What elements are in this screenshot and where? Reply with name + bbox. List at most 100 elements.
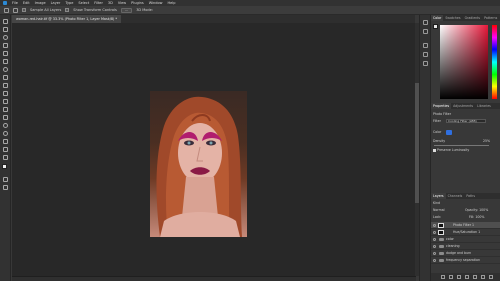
visibility-eye-icon[interactable]	[433, 238, 436, 241]
3d-mode-label: 3D Mode:	[136, 8, 153, 12]
visibility-eye-icon[interactable]	[433, 259, 436, 262]
tab-color[interactable]: Color	[431, 15, 444, 21]
history-brush-icon[interactable]	[3, 99, 8, 104]
folder-icon	[439, 238, 444, 241]
density-slider[interactable]	[434, 145, 489, 146]
tab-patterns[interactable]: Patterns	[482, 15, 499, 21]
lock-label: Lock:	[433, 215, 442, 219]
layer-group-row[interactable]: cleaning	[431, 243, 500, 250]
properties-title: Photo Filter	[433, 112, 451, 116]
preserve-luminosity[interactable]: Preserve Luminosity	[433, 148, 469, 152]
clone-stamp-icon[interactable]	[3, 91, 8, 96]
quick-select-icon[interactable]	[3, 43, 8, 48]
canvas-area[interactable]	[12, 23, 416, 276]
move-tool-icon[interactable]	[13, 7, 18, 13]
folder-icon	[439, 252, 444, 255]
sample-all-checkbox[interactable]	[22, 8, 26, 12]
folder-icon	[439, 245, 444, 248]
filter-select[interactable]: Cooling Filter (LBB)	[446, 119, 486, 123]
right-panels: Color Swatches Gradients Patterns Proper…	[431, 15, 500, 281]
tab-properties[interactable]: Properties	[431, 103, 452, 109]
blur-icon[interactable]	[3, 123, 8, 128]
layers-panel-tabs: Layers Channels Paths	[431, 193, 500, 199]
color-picker-field[interactable]	[440, 25, 488, 99]
transform-controls-checkbox[interactable]	[65, 8, 70, 12]
tab-paths[interactable]: Paths	[464, 193, 477, 199]
sample-all-label: Sample All Layers	[30, 8, 62, 12]
layer-name: frequency separation	[446, 258, 480, 262]
layer-name: cleaning	[446, 244, 460, 248]
healing-brush-icon[interactable]	[3, 75, 8, 80]
layer-mask-thumbnail[interactable]	[438, 223, 444, 228]
layer-group-row[interactable]: color	[431, 236, 500, 243]
visibility-eye-icon[interactable]	[433, 245, 436, 248]
tab-gradients[interactable]: Gradients	[463, 15, 483, 21]
layer-row[interactable]: Photo Filter 1	[431, 222, 500, 229]
options-bar: Sample All Layers Show Transform Control…	[0, 6, 500, 15]
fill-control[interactable]: Fill: 100%	[469, 215, 484, 219]
marquee-icon[interactable]	[3, 27, 8, 32]
history-icon[interactable]	[423, 20, 428, 25]
new-layer-icon[interactable]	[481, 275, 485, 279]
character-icon[interactable]	[423, 43, 428, 48]
visibility-eye-icon[interactable]	[433, 252, 436, 255]
layer-row[interactable]: Hue/Saturation 1	[431, 229, 500, 236]
hand-icon[interactable]	[3, 155, 8, 160]
layers-toolbar	[431, 273, 500, 281]
density-value[interactable]: 25%	[483, 139, 490, 143]
tab-layers[interactable]: Layers	[431, 193, 446, 199]
visibility-eye-icon[interactable]	[433, 224, 436, 227]
color-panel-swatch[interactable]	[433, 24, 438, 29]
panel-icon-strip	[419, 15, 431, 281]
type-icon[interactable]	[3, 147, 8, 152]
brush-settings-icon[interactable]	[423, 29, 428, 34]
delete-layer-icon[interactable]	[489, 275, 493, 279]
layer-mask-thumbnail[interactable]	[438, 230, 444, 235]
align-options[interactable]: ···	[120, 7, 133, 13]
color-label: Color	[433, 130, 442, 134]
layer-group-row[interactable]: frequency separation	[431, 257, 500, 264]
dodge-icon[interactable]	[3, 131, 8, 136]
tab-libraries[interactable]: Libraries	[475, 103, 493, 109]
layer-group-row[interactable]: dodge and burn	[431, 250, 500, 257]
tab-adjustments[interactable]: Adjustments	[451, 103, 475, 109]
properties-panel-tabs: Properties Adjustments Libraries	[431, 103, 500, 109]
opacity-control[interactable]: Opacity: 100%	[465, 208, 488, 212]
lasso-icon[interactable]	[3, 35, 8, 40]
glyphs-icon[interactable]	[423, 61, 428, 66]
eyedropper-icon[interactable]	[3, 67, 8, 72]
photoshop-logo-icon[interactable]	[3, 1, 7, 5]
home-icon[interactable]	[4, 7, 9, 13]
link-layers-icon[interactable]	[441, 275, 445, 279]
filter-label: Filter	[433, 119, 441, 123]
add-mask-icon[interactable]	[457, 275, 461, 279]
paragraph-icon[interactable]	[423, 52, 428, 57]
crop-icon[interactable]	[3, 51, 8, 56]
document-tab[interactable]: woman-red-hair.tif @ 33.3% (Photo Filter…	[12, 15, 122, 23]
screen-mode-icon[interactable]	[3, 185, 8, 190]
visibility-eye-icon[interactable]	[433, 231, 436, 234]
new-group-icon[interactable]	[473, 275, 477, 279]
foreground-color-swatch[interactable]	[2, 164, 7, 169]
tab-swatches[interactable]: Swatches	[443, 15, 462, 21]
quick-mask-icon[interactable]	[3, 177, 8, 182]
layer-name: color	[446, 237, 454, 241]
layer-filter-kind[interactable]: Kind	[433, 201, 440, 205]
brush-icon[interactable]	[3, 83, 8, 88]
horizontal-scrollbar[interactable]	[12, 276, 416, 281]
hue-slider[interactable]	[492, 25, 497, 99]
tab-channels[interactable]: Channels	[446, 193, 465, 199]
eraser-icon[interactable]	[3, 107, 8, 112]
blend-mode-select[interactable]: Normal	[433, 208, 445, 212]
gradient-icon[interactable]	[3, 115, 8, 120]
filter-color-swatch[interactable]	[446, 130, 452, 135]
preserve-luminosity-checkbox[interactable]	[433, 148, 436, 152]
layer-style-icon[interactable]	[449, 275, 453, 279]
adjustment-layer-icon[interactable]	[465, 275, 469, 279]
move-icon[interactable]	[3, 19, 8, 24]
pen-icon[interactable]	[3, 139, 8, 144]
photoshop-window: File Edit Image Layer Type Select Filter…	[0, 0, 500, 281]
density-label: Density	[433, 139, 446, 143]
frame-icon[interactable]	[3, 59, 8, 64]
color-panel-tabs: Color Swatches Gradients Patterns	[431, 15, 500, 21]
